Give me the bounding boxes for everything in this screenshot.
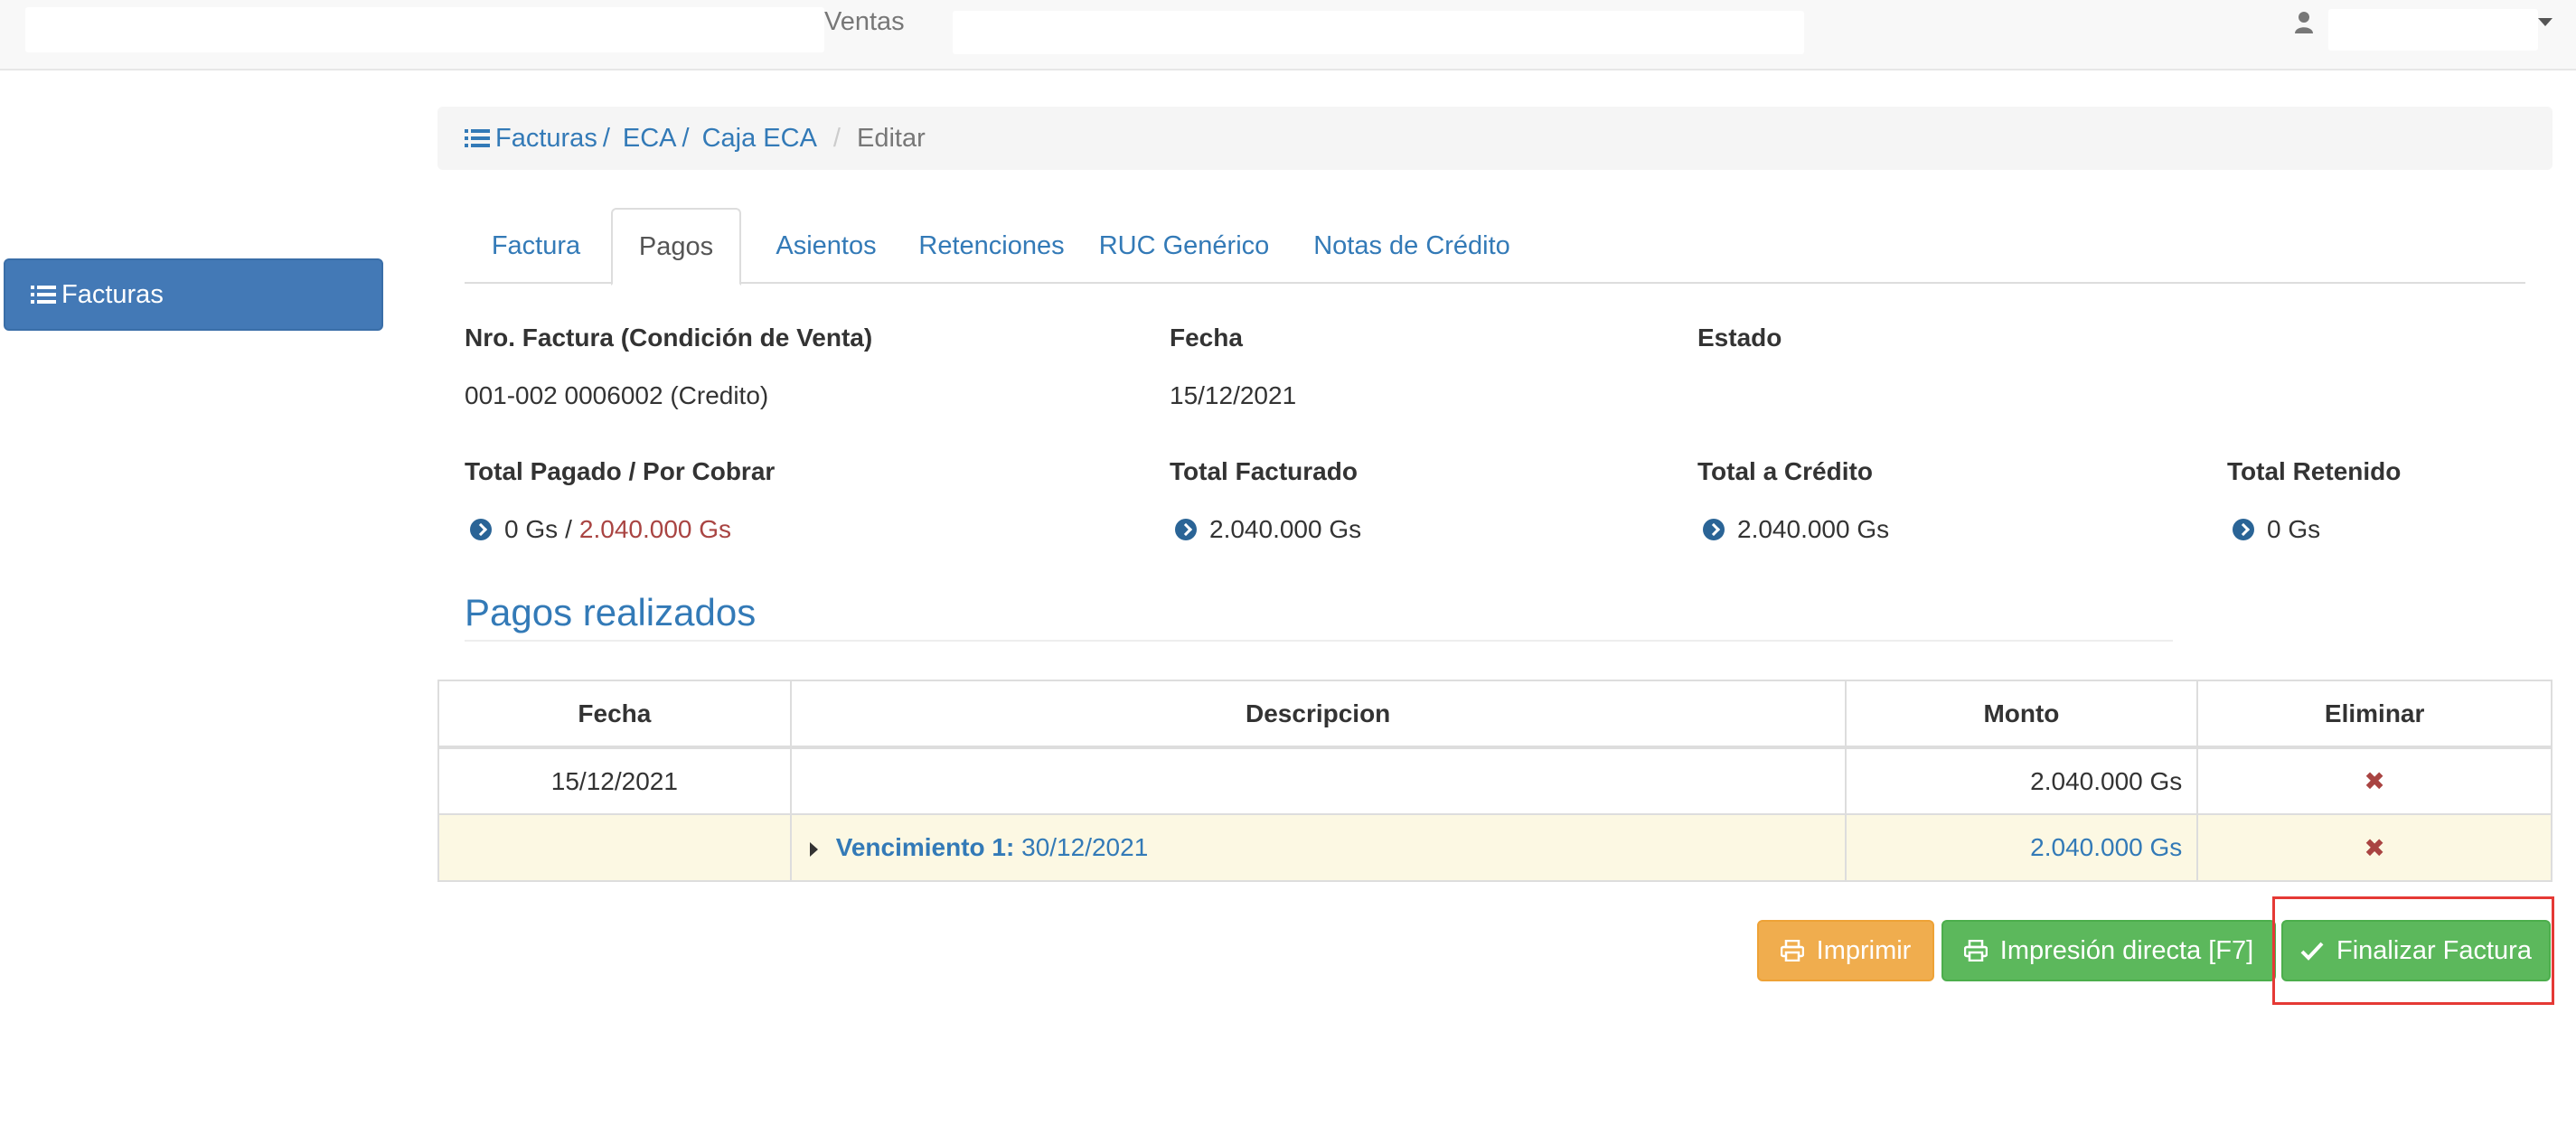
highlight-box [2272, 896, 2554, 1005]
delete-installment-cell: ✖ [2196, 813, 2552, 882]
tab-retenciones[interactable]: Retenciones [907, 208, 1076, 284]
sidebar-item-label: Facturas [61, 279, 164, 309]
invoice-status-label: Estado [1697, 324, 1782, 352]
total-paid-value: 0 Gs / 2.040.000 Gs [470, 515, 731, 544]
breadcrumb-separator: / [602, 123, 610, 153]
table-header-row: Fecha Descripcion Monto Eliminar [437, 680, 2552, 749]
total-invoiced-label: Total Facturado [1170, 457, 1358, 485]
breadcrumb-separator: / [682, 123, 690, 153]
installment-description[interactable]: Vencimiento 1: 30/12/2021 [789, 813, 1847, 882]
installment-due-date: 30/12/2021 [1021, 833, 1149, 861]
total-paid-amount: 0 Gs [504, 515, 559, 543]
payment-amount: 2.040.000 Gs [1844, 746, 2199, 815]
tab-factura[interactable]: Factura [465, 208, 607, 284]
installment-date-cell [437, 813, 792, 882]
table-row: 15/12/2021 2.040.000 Gs ✖ [437, 746, 2552, 815]
payment-date: 15/12/2021 [437, 746, 792, 815]
breadcrumb: Facturas / ECA / Caja ECA / Editar [437, 107, 2552, 170]
chevron-circle-right-icon [1703, 519, 1725, 540]
top-navbar: Ventas [0, 0, 2576, 70]
total-paid-label: Total Pagado / Por Cobrar [465, 457, 776, 485]
column-header-monto: Monto [1844, 680, 2199, 749]
list-icon [31, 286, 56, 304]
breadcrumb-caja-eca[interactable]: Caja ECA [702, 124, 817, 154]
print-button-label: Imprimir [1816, 935, 1912, 965]
column-header-eliminar: Eliminar [2196, 680, 2552, 749]
list-icon [465, 129, 490, 147]
delete-icon[interactable]: ✖ [2364, 766, 2384, 796]
total-invoiced-value: 2.040.000 Gs [1175, 515, 1361, 544]
pending-amount: 2.040.000 Gs [578, 515, 732, 543]
sidebar-item-facturas[interactable]: Facturas [4, 258, 383, 331]
column-header-fecha: Fecha [437, 680, 792, 749]
printer-icon [1963, 940, 1988, 961]
payment-description [789, 746, 1847, 815]
delete-icon[interactable]: ✖ [2364, 833, 2384, 863]
tab-ruc-generico[interactable]: RUC Genérico [1088, 208, 1280, 284]
navbar-search-field[interactable] [953, 11, 1804, 54]
user-menu-dropdown[interactable] [2328, 9, 2538, 51]
total-credit-label: Total a Crédito [1697, 457, 1873, 485]
installment-label: Vencimiento 1: [835, 833, 1015, 861]
user-icon[interactable] [2294, 11, 2314, 34]
invoice-date-value: 15/12/2021 [1170, 381, 1297, 409]
navbar-section-label[interactable]: Ventas [824, 7, 905, 37]
delete-payment-cell: ✖ [2196, 746, 2552, 815]
breadcrumb-separator: / [832, 123, 841, 153]
payments-section-title: Pagos realizados [465, 591, 757, 633]
column-header-descripcion: Descripcion [789, 680, 1847, 749]
caret-right-icon[interactable] [809, 841, 818, 857]
printer-icon [1780, 940, 1804, 961]
installment-amount: 2.040.000 Gs [1844, 813, 2199, 882]
invoice-number-label: Nro. Factura (Condición de Venta) [465, 324, 873, 352]
print-button[interactable]: Imprimir [1757, 920, 1934, 981]
chevron-circle-right-icon [470, 519, 492, 540]
payments-table: Fecha Descripcion Monto Eliminar 15/12/2… [437, 680, 2552, 882]
total-withheld-amount: 0 Gs [2267, 515, 2321, 543]
invoice-number-value: 001-002 0006002 (Credito) [465, 381, 769, 409]
total-invoiced-amount: 2.040.000 Gs [1209, 515, 1362, 543]
chevron-down-icon[interactable] [2538, 18, 2552, 26]
breadcrumb-eca[interactable]: ECA [623, 124, 677, 154]
chevron-circle-right-icon [2233, 519, 2254, 540]
total-withheld-label: Total Retenido [2227, 457, 2402, 485]
section-divider [465, 640, 2173, 642]
direct-print-button-label: Impresión directa [F7] [1999, 935, 2254, 965]
total-withheld-value: 0 Gs [2233, 515, 2320, 544]
tab-notas-de-credito[interactable]: Notas de Crédito [1293, 208, 1531, 284]
breadcrumb-current: Editar [856, 123, 926, 153]
chevron-circle-right-icon [1175, 519, 1197, 540]
tab-pagos[interactable]: Pagos [611, 208, 741, 286]
breadcrumb-facturas[interactable]: Facturas [495, 124, 597, 154]
invoice-date-label: Fecha [1170, 324, 1243, 352]
total-credit-value: 2.040.000 Gs [1703, 515, 1889, 544]
invoice-tabs: Factura Pagos Asientos Retenciones RUC G… [465, 208, 2525, 286]
navbar-left-menu[interactable] [25, 7, 824, 52]
table-row-installment: Vencimiento 1: 30/12/2021 2.040.000 Gs ✖ [437, 813, 2552, 882]
total-paid-separator: / [565, 515, 572, 543]
total-credit-amount: 2.040.000 Gs [1737, 515, 1890, 543]
tab-asientos[interactable]: Asientos [759, 208, 893, 284]
direct-print-button[interactable]: Impresión directa [F7] [1941, 920, 2276, 981]
